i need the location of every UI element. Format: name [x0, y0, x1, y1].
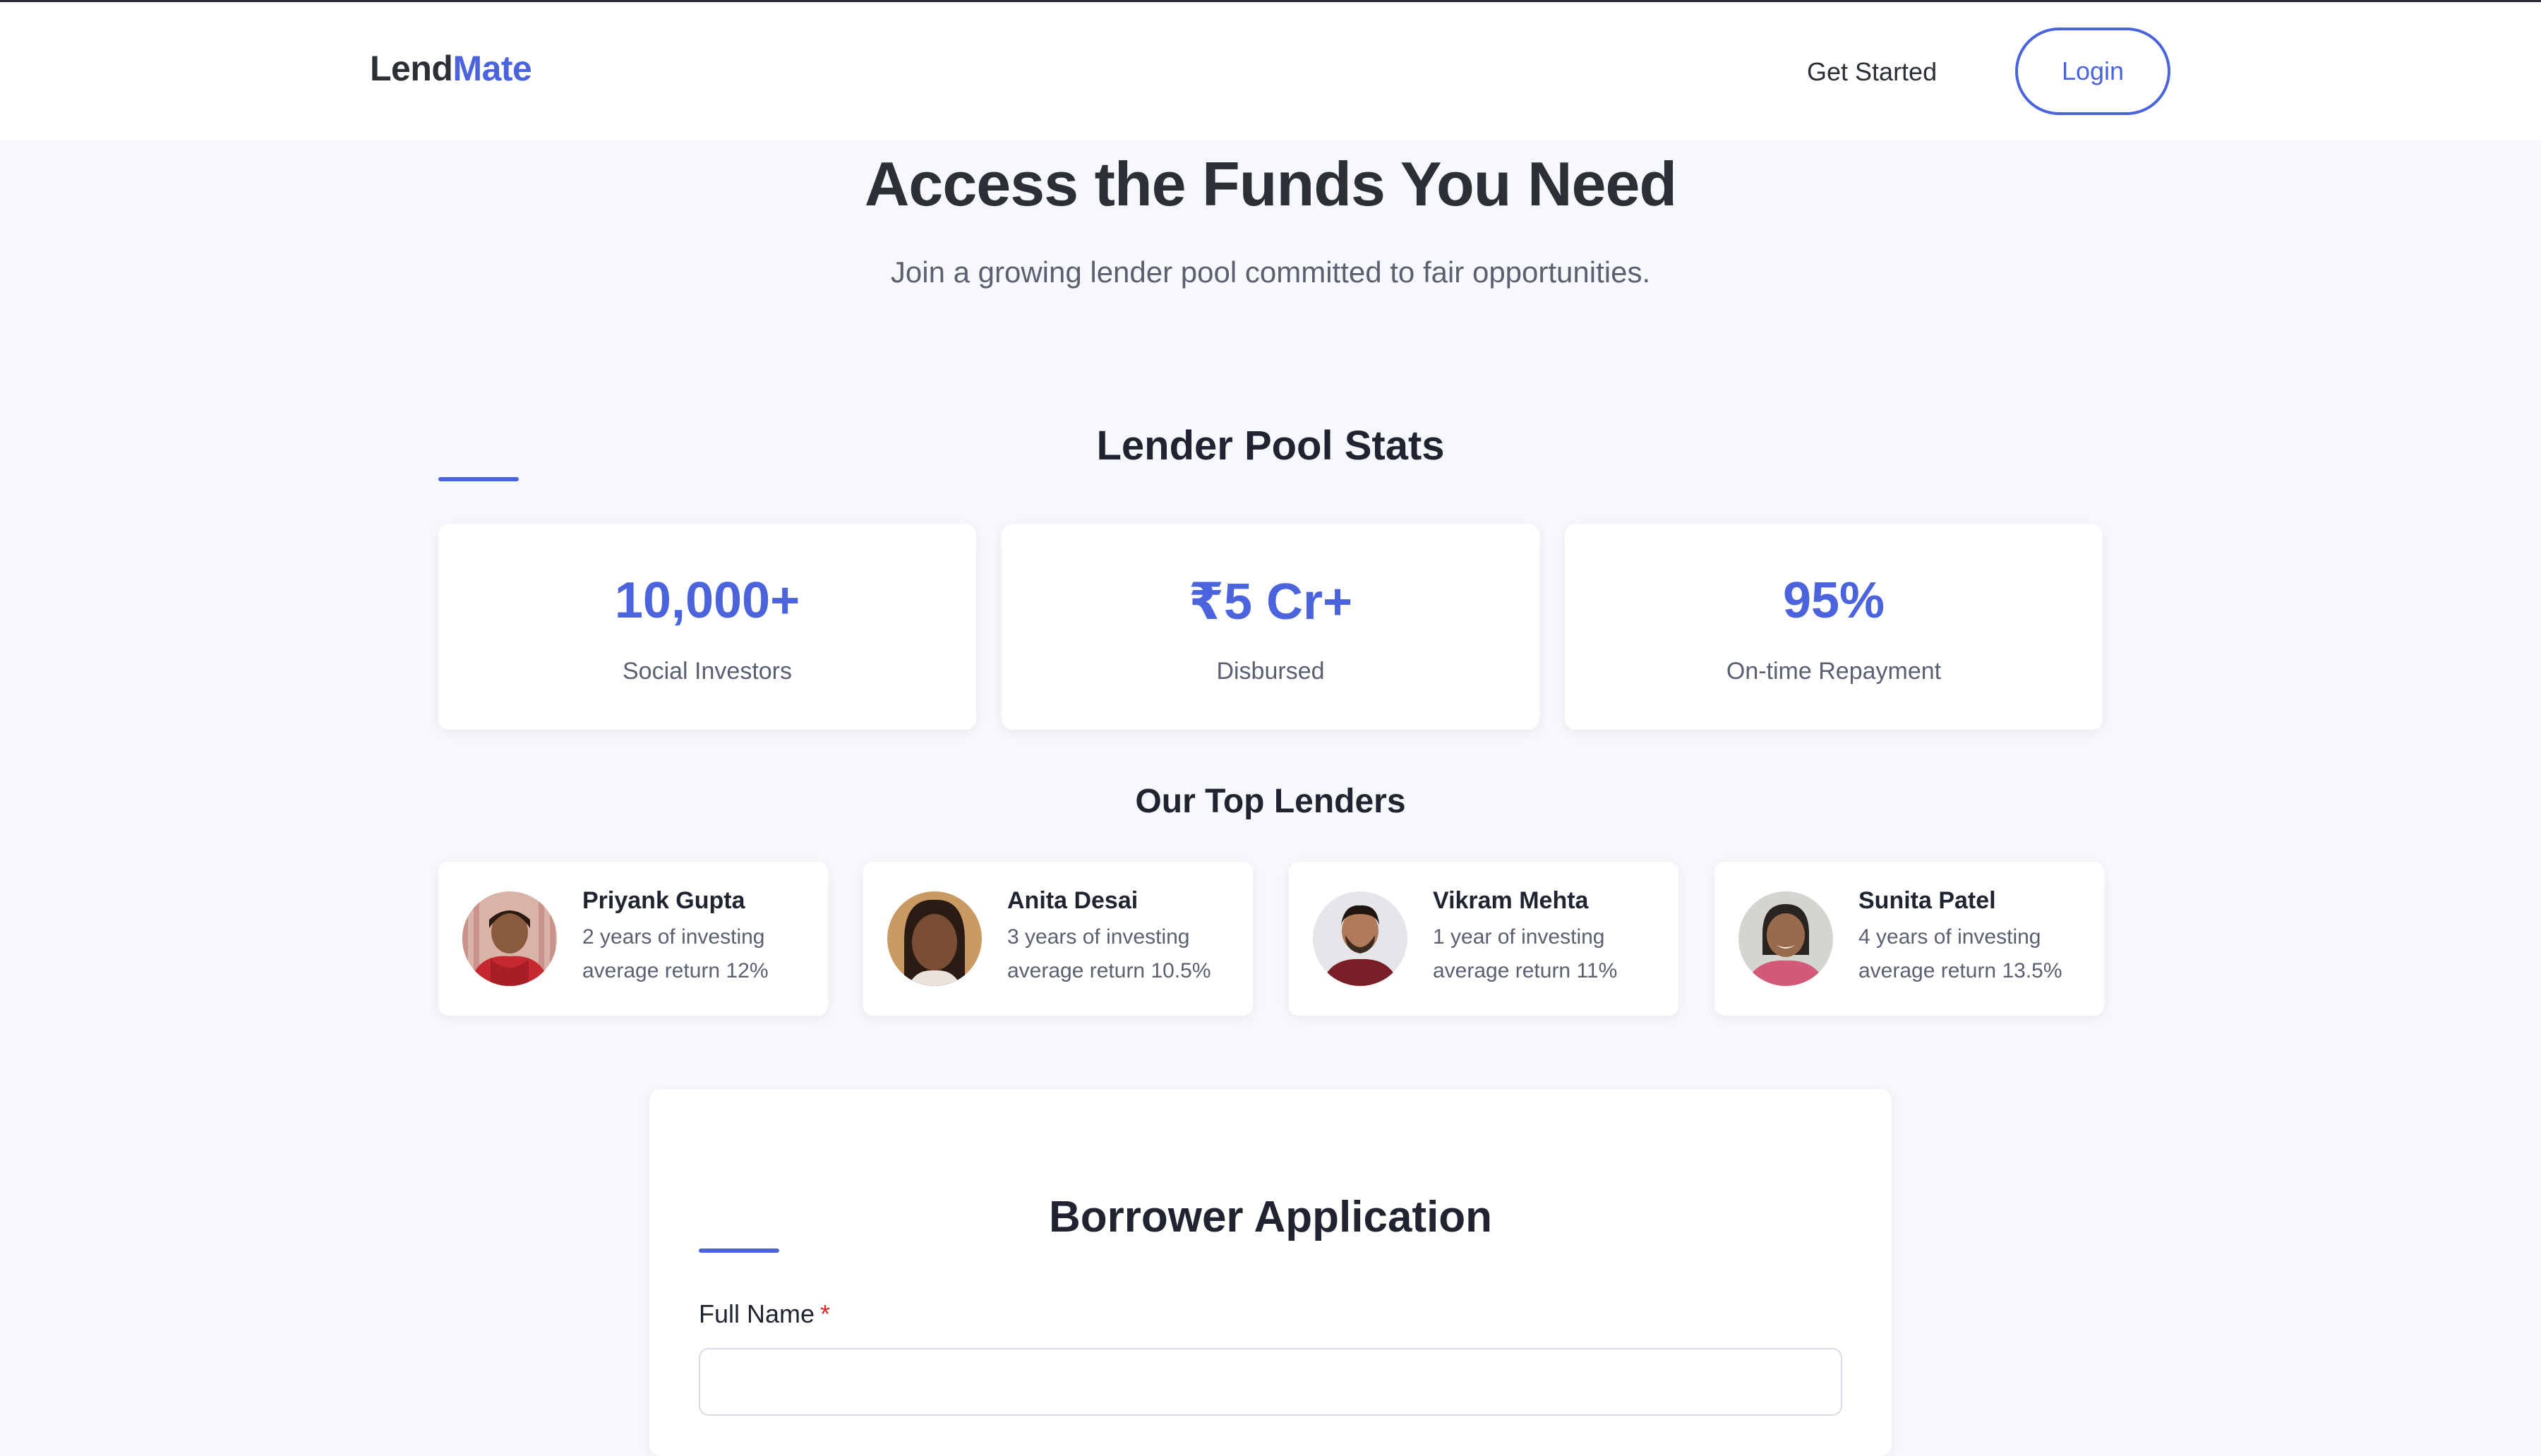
stat-value: ₹5 Cr+ — [1188, 574, 1353, 630]
hero-subtitle: Join a growing lender pool committed to … — [890, 255, 1651, 289]
lender-return: average return 11% — [1433, 959, 1618, 982]
lender-years: 2 years of investing — [582, 925, 765, 949]
lender-avatar-photo — [462, 891, 557, 986]
lender-years: 1 year of investing — [1433, 925, 1605, 949]
stat-value: 95% — [1782, 572, 1885, 629]
lender-return: average return 12% — [582, 959, 769, 982]
form-title: Borrower Application — [1048, 1193, 1493, 1241]
full-name-input[interactable] — [699, 1348, 1842, 1416]
stats-section-title: Lender Pool Stats — [1096, 423, 1445, 469]
stat-label: Social Investors — [623, 658, 792, 685]
lender-return: average return 13.5% — [1858, 959, 2062, 982]
get-started-link[interactable]: Get Started — [1807, 57, 1937, 87]
lender-card-priyank-gupta[interactable]: Priyank Gupta 2 years of investing avera… — [438, 862, 828, 1016]
stat-card-investors: 10,000+ Social Investors — [438, 524, 976, 730]
borrower-application-form: Borrower Application Full Name * — [649, 1089, 1892, 1456]
lender-avatar-photo — [1313, 891, 1407, 986]
lender-name: Anita Desai — [1007, 887, 1139, 914]
stat-card-disbursed: ₹5 Cr+ Disbursed — [1002, 524, 1539, 730]
logo[interactable]: LendMate — [370, 48, 532, 89]
top-lenders-title: Our Top Lenders — [1135, 783, 1406, 820]
stat-label: Disbursed — [1216, 658, 1325, 685]
lender-name: Vikram Mehta — [1433, 887, 1589, 914]
lender-name: Priyank Gupta — [582, 887, 745, 914]
logo-text-lend: Lend — [370, 49, 453, 88]
lender-card-sunita-patel[interactable]: Sunita Patel 4 years of investing averag… — [1714, 862, 2104, 1016]
stat-label: On-time Repayment — [1726, 658, 1942, 685]
required-asterisk: * — [820, 1299, 831, 1328]
stat-card-repayment: 95% On-time Repayment — [1565, 524, 2103, 730]
avatar — [1738, 891, 1833, 986]
stats-title-underline — [438, 477, 519, 481]
lender-card-vikram-mehta[interactable]: Vikram Mehta 1 year of investing average… — [1289, 862, 1678, 1016]
lender-avatar-photo — [1738, 891, 1833, 986]
hero-title: Access the Funds You Need — [864, 149, 1677, 219]
logo-text-mate: Mate — [452, 49, 532, 88]
full-name-label: Full Name * — [699, 1299, 830, 1329]
full-name-label-text: Full Name — [699, 1299, 815, 1328]
site-header: LendMate Get Started Login — [0, 2, 2541, 140]
avatar — [462, 891, 557, 986]
lender-years: 3 years of investing — [1007, 925, 1190, 949]
stat-value: 10,000+ — [614, 572, 800, 629]
lender-card-anita-desai[interactable]: Anita Desai 3 years of investing average… — [863, 862, 1253, 1016]
avatar — [887, 891, 982, 986]
lender-name: Sunita Patel — [1858, 887, 1996, 914]
avatar — [1313, 891, 1407, 986]
login-button[interactable]: Login — [2015, 28, 2170, 115]
form-title-underline — [699, 1249, 779, 1253]
lender-avatar-photo — [887, 891, 982, 986]
lender-return: average return 10.5% — [1007, 959, 1211, 982]
lender-years: 4 years of investing — [1858, 925, 2041, 949]
